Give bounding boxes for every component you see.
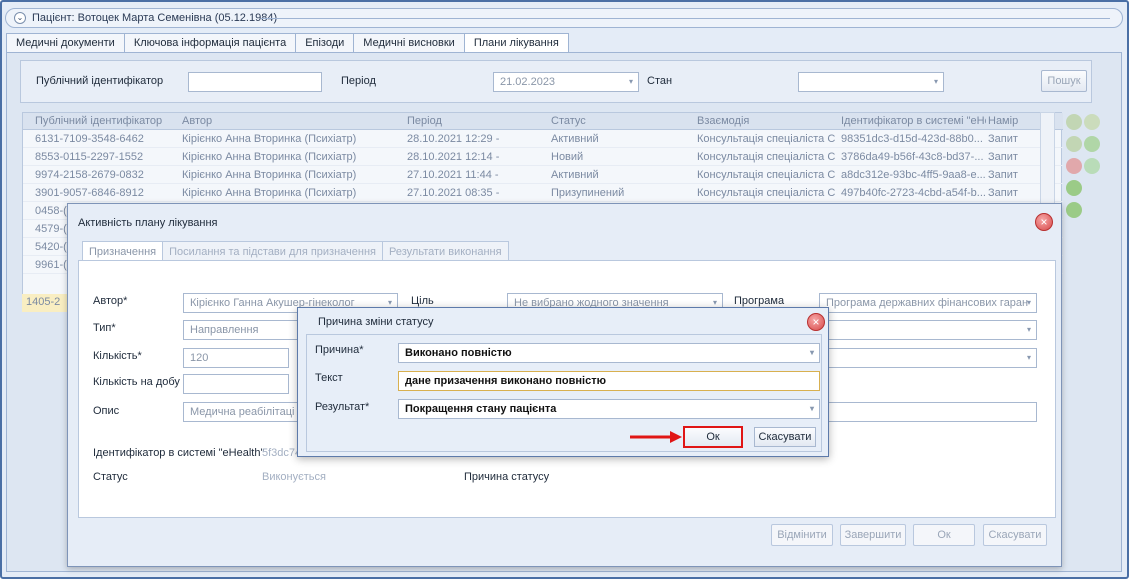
chevron-down-icon: ▾ [1026, 325, 1031, 334]
dialog-title: Причина зміни статусу [318, 316, 434, 328]
program-label: Програма [734, 295, 785, 307]
period-label: Період [341, 75, 376, 87]
delete-icon[interactable] [1066, 158, 1082, 174]
patient-title: Пацієнт: Вотоцек Марта Семенівна (05.12.… [32, 12, 278, 24]
collapse-toggle-icon[interactable]: ⌄ [14, 12, 26, 24]
per-day-label: Кількість на добу [93, 376, 180, 388]
chevron-down-icon: ▾ [809, 348, 814, 357]
per-day-input[interactable] [183, 374, 289, 394]
right-select-2[interactable]: ▾ [819, 348, 1037, 368]
text-label: Текст [315, 372, 343, 384]
copy-icon[interactable] [1066, 136, 1082, 152]
reason-label: Причина* [315, 344, 364, 356]
column-header[interactable]: Автор [182, 115, 402, 127]
description-input[interactable]: Медична реабілітаці [183, 402, 299, 422]
close-icon[interactable]: × [1035, 213, 1053, 231]
public-id-input[interactable] [188, 72, 322, 92]
chevron-down-icon: ▾ [933, 77, 938, 86]
public-id-label: Публічний ідентифікатор [36, 75, 164, 87]
type-select[interactable]: Направлення [183, 320, 313, 340]
chevron-down-icon: ▾ [1026, 298, 1031, 307]
tab-episodes[interactable]: Епізоди [295, 33, 355, 52]
result-select[interactable]: Покращення стану пацієнта ▾ [398, 399, 820, 419]
chevron-down-icon: ▾ [712, 298, 717, 307]
ehealth-id-label: Ідентифікатор в системі "eHealth" [93, 447, 265, 459]
type-label: Тип* [93, 322, 116, 334]
tab-key-information[interactable]: Ключова інформація пацієнта [123, 33, 297, 52]
table-row[interactable]: 8553-0115-2297-1552 Кірієнко Анна Вторин… [23, 149, 1063, 166]
state-label: Стан [647, 75, 673, 87]
dialog-body: Причина* Виконано повністю ▾ Текст дане п… [306, 334, 822, 452]
tab-assignment[interactable]: Призначення [82, 241, 164, 261]
result-label: Результат* [315, 401, 370, 413]
table-header: Публічний ідентифікатор Автор Період Ста… [23, 113, 1063, 130]
author-label: Автор* [93, 295, 128, 307]
tab-treatment-plans[interactable]: Плани лікування [463, 33, 569, 53]
column-header[interactable]: Намір [988, 115, 1048, 127]
quantity-input[interactable]: 120 [183, 348, 289, 368]
reason-select[interactable]: Виконано повністю ▾ [398, 343, 820, 363]
status-change-dialog: Причина зміни статусу × Причина* Виконан… [297, 307, 829, 457]
complete-button[interactable]: Завершити [840, 524, 906, 546]
search-button[interactable]: Пошук [1041, 70, 1087, 92]
dialog-ok-button[interactable]: Ок [683, 426, 743, 448]
status-label: Статус [93, 471, 128, 483]
chevron-down-icon: ▾ [1026, 353, 1031, 362]
right-select-1[interactable]: ▾ [819, 320, 1037, 340]
table-row[interactable]: 6131-7109-3548-6462 Кірієнко Анна Вторин… [23, 131, 1063, 148]
table-row[interactable]: 9974-2158-2679-0832 Кірієнко Анна Вторин… [23, 167, 1063, 184]
tab-references[interactable]: Посилання та підстави для призначення [162, 241, 383, 261]
close-icon[interactable]: × [807, 313, 825, 331]
column-header[interactable]: Публічний ідентифікатор [35, 115, 175, 127]
status-icon[interactable] [1066, 202, 1082, 218]
tab-results[interactable]: Результати виконання [382, 241, 509, 261]
quantity-label: Кількість* [93, 350, 142, 362]
chevron-down-icon: ▾ [809, 404, 814, 413]
text-input[interactable]: дане призачення виконано повністю [398, 371, 820, 391]
state-select[interactable]: ▾ [798, 72, 944, 92]
period-value: 21.02.2023 [500, 76, 556, 88]
chevron-down-icon: ▾ [628, 77, 633, 86]
add-icon[interactable] [1066, 114, 1082, 130]
status-icon[interactable] [1066, 180, 1082, 196]
status-value: Виконується [262, 471, 326, 483]
tab-medical-documents[interactable]: Медичні документи [6, 33, 125, 52]
column-header[interactable]: Ідентифікатор в системі "eHe [841, 115, 986, 127]
ehealth-id-value: 5f3dc74 [262, 447, 302, 459]
side-toolbar [1064, 112, 1104, 218]
filter-bar: Публічний ідентифікатор Період 21.02.202… [20, 60, 1092, 103]
modal-title: Активність плану лікування [78, 217, 218, 229]
activity-tabs: Призначення Посилання та підстави для пр… [82, 241, 509, 261]
cancel-button[interactable]: Скасувати [983, 524, 1047, 546]
chevron-down-icon: ▾ [387, 298, 392, 307]
cancel-action-button[interactable]: Відмінити [771, 524, 833, 546]
column-header[interactable]: Взаємодія [697, 115, 833, 127]
patient-header: ⌄ Пацієнт: Вотоцек Марта Семенівна (05.1… [5, 8, 1123, 28]
ok-button[interactable]: Ок [913, 524, 975, 546]
status-reason-label: Причина статусу [464, 471, 550, 483]
column-header[interactable]: Період [407, 115, 547, 127]
table-row-selected[interactable]: 1405-2 [22, 294, 72, 312]
description-label: Опис [93, 405, 120, 417]
annotation-arrow-icon [630, 431, 682, 443]
refresh-icon[interactable] [1084, 136, 1100, 152]
flag-icon[interactable] [1084, 158, 1100, 174]
right-input-3[interactable] [819, 402, 1037, 422]
program-select[interactable]: Програма державних фінансових гаран ▾ [819, 293, 1037, 313]
edit-icon[interactable] [1084, 114, 1100, 130]
table-row[interactable]: 3901-9057-6846-8912 Кірієнко Анна Вторин… [23, 185, 1063, 202]
main-tabs: Медичні документи Ключова інформація пац… [6, 33, 569, 53]
tab-medical-conclusions[interactable]: Медичні висновки [353, 33, 465, 52]
dialog-cancel-button[interactable]: Скасувати [754, 427, 816, 447]
column-header[interactable]: Статус [551, 115, 691, 127]
period-field[interactable]: 21.02.2023 ▾ [493, 72, 639, 92]
goal-label: Ціль [411, 295, 434, 307]
